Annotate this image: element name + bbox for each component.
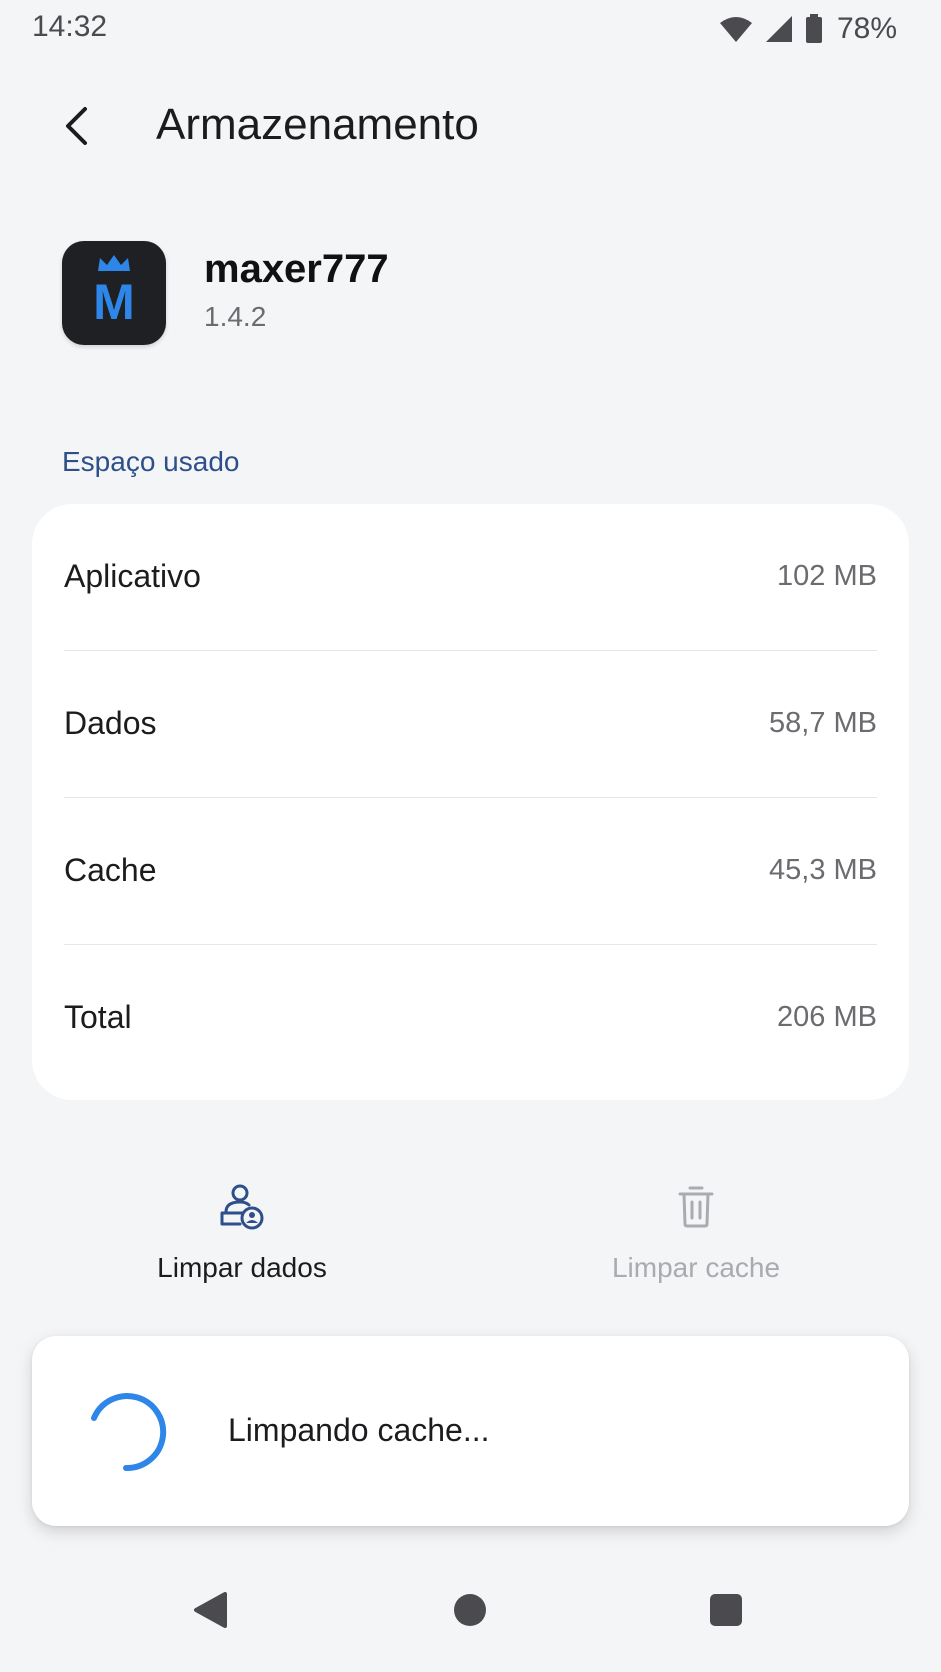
row-value: 45,3 MB (769, 854, 877, 886)
progress-text: Limpando cache... (228, 1412, 490, 1448)
clear-data-button[interactable]: Limpar dados (92, 1178, 392, 1288)
row-label: Cache (64, 852, 157, 888)
clear-data-icon (220, 1184, 264, 1230)
recents-square-icon (710, 1594, 742, 1626)
status-icons: 78% (719, 12, 897, 46)
back-button[interactable] (46, 96, 106, 156)
row-label: Total (64, 999, 132, 1035)
battery-percentage: 78% (836, 12, 897, 45)
status-bar: 14:32 78% (0, 0, 941, 56)
storage-row-cache: Cache 45,3 MB (32, 798, 909, 945)
storage-card: Aplicativo 102 MB Dados 58,7 MB Cache 45… (32, 504, 909, 1100)
row-label: Dados (64, 705, 157, 741)
storage-row-total: Total 206 MB (32, 945, 909, 1092)
clear-cache-button[interactable]: Limpar cache (546, 1178, 846, 1288)
status-time: 14:32 (32, 10, 108, 43)
nav-back-button[interactable] (180, 1580, 240, 1640)
progress-dialog: Limpando cache... (32, 1336, 909, 1526)
page-title: Armazenamento (156, 100, 479, 149)
row-label: Aplicativo (64, 558, 201, 594)
wifi-icon (719, 17, 752, 42)
crown-m-logo-icon: M (93, 255, 135, 330)
back-triangle-icon (194, 1592, 227, 1628)
app-info: M maxer777 1.4.2 (62, 241, 882, 347)
nav-home-button[interactable] (440, 1580, 500, 1640)
loading-spinner-icon (91, 1393, 167, 1472)
nav-recents-button[interactable] (696, 1580, 756, 1640)
app-name: maxer777 (204, 247, 389, 291)
row-value: 206 MB (777, 1001, 877, 1033)
app-bar: Armazenamento (0, 90, 941, 164)
home-circle-icon (454, 1594, 486, 1626)
app-icon-letter: M (93, 274, 135, 330)
clear-cache-label: Limpar cache (611, 1252, 781, 1283)
storage-row-data: Dados 58,7 MB (32, 651, 909, 798)
storage-row-app: Aplicativo 102 MB (32, 504, 909, 651)
app-icon: M (62, 241, 166, 345)
trash-icon (678, 1186, 714, 1228)
app-version: 1.4.2 (204, 301, 267, 332)
row-value: 58,7 MB (769, 707, 877, 739)
battery-icon (805, 14, 822, 43)
chevron-left-icon (66, 107, 87, 145)
row-value: 102 MB (777, 560, 877, 592)
signal-icon (765, 16, 792, 42)
section-label: Espaço usado (62, 446, 240, 477)
clear-data-label: Limpar dados (157, 1252, 327, 1283)
navigation-bar (0, 1580, 941, 1660)
